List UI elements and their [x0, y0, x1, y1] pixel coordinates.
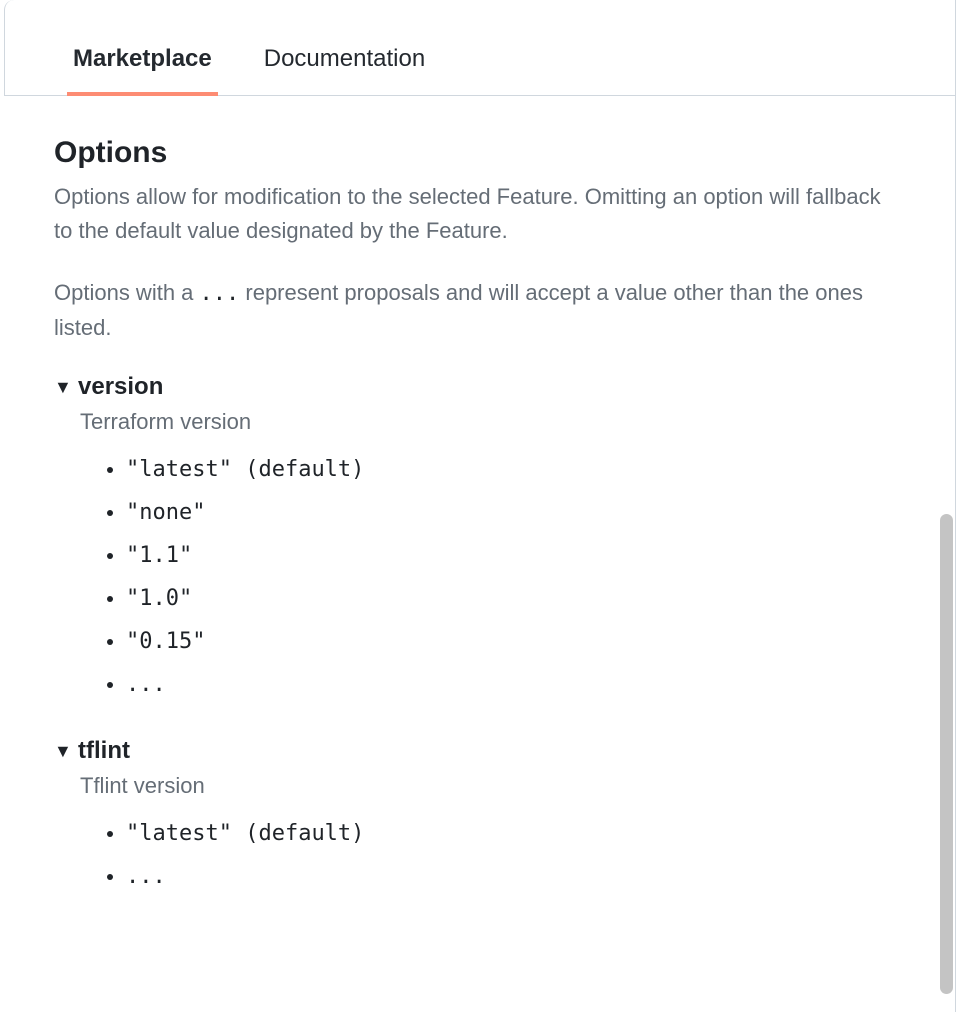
option-tflint-desc: Tflint version — [80, 773, 901, 799]
option-tflint-title: tflint — [78, 737, 130, 765]
triangle-down-icon: ▼ — [54, 742, 70, 760]
tab-marketplace[interactable]: Marketplace — [73, 27, 212, 95]
desc2-pre: Options with a — [54, 280, 200, 305]
option-value-text: "0.15" — [126, 629, 205, 654]
triangle-down-icon: ▼ — [54, 378, 70, 396]
section-title-options: Options — [54, 136, 901, 170]
option-value-text: "none" — [126, 500, 205, 525]
option-version: ▼ version Terraform version "latest" (de… — [54, 373, 901, 706]
page-root: Marketplace Documentation Options Option… — [0, 0, 956, 1012]
option-version-toggle[interactable]: ▼ version — [54, 373, 901, 401]
option-value-text: "1.1" — [126, 543, 192, 568]
desc2-code: ... — [200, 281, 240, 306]
option-value: "latest" (default) — [126, 449, 901, 492]
option-tflint-values: "latest" (default) ... — [106, 813, 901, 899]
options-description-1: Options allow for modification to the se… — [54, 180, 884, 248]
option-value-suffix: (default) — [232, 821, 364, 846]
option-value-text: "1.0" — [126, 586, 192, 611]
option-value-text: ... — [126, 672, 166, 697]
scrollbar-thumb[interactable] — [940, 514, 953, 994]
options-description-2: Options with a ... represent proposals a… — [54, 276, 884, 345]
option-tflint: ▼ tflint Tflint version "latest" (defaul… — [54, 737, 901, 899]
option-version-title: version — [78, 373, 163, 401]
tab-bar: Marketplace Documentation — [4, 0, 955, 96]
option-value: "latest" (default) — [126, 813, 901, 856]
option-value: ... — [126, 664, 901, 707]
tab-documentation[interactable]: Documentation — [264, 27, 425, 95]
option-version-desc: Terraform version — [80, 409, 901, 435]
option-value: "0.15" — [126, 621, 901, 664]
option-value-text: "latest" — [126, 821, 232, 846]
option-value: "1.1" — [126, 535, 901, 578]
content-area: Options Options allow for modification t… — [0, 96, 955, 1012]
option-value: ... — [126, 856, 901, 899]
option-value-text: ... — [126, 864, 166, 889]
scrollbar-track[interactable] — [939, 0, 955, 1012]
option-value-suffix: (default) — [232, 457, 364, 482]
option-value: "1.0" — [126, 578, 901, 621]
option-tflint-toggle[interactable]: ▼ tflint — [54, 737, 901, 765]
option-value: "none" — [126, 492, 901, 535]
option-value-text: "latest" — [126, 457, 232, 482]
option-version-values: "latest" (default) "none" "1.1" "1.0" "0… — [106, 449, 901, 706]
